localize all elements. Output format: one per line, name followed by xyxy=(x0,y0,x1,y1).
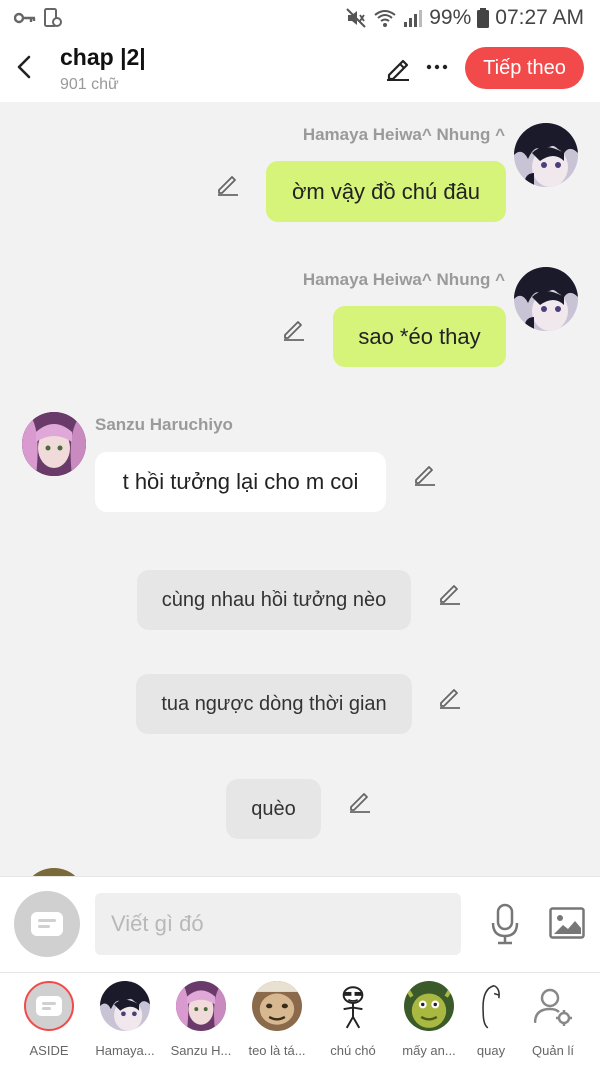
avatar-sanzu[interactable] xyxy=(22,412,86,476)
character-teo[interactable]: teo là tá... xyxy=(242,981,312,1058)
avatar-hamaya[interactable] xyxy=(514,267,578,331)
edit-pencil-icon[interactable] xyxy=(385,55,411,81)
edit-message-icon[interactable] xyxy=(348,789,372,813)
character-bar: ASIDE Hamaya... Sanzu H... teo là tá... … xyxy=(0,972,600,1067)
sender-name: Sanzu Haruchiyo xyxy=(95,415,233,434)
edit-message-icon[interactable] xyxy=(413,462,437,486)
wifi-icon xyxy=(374,10,396,27)
character-may-an[interactable]: mấy an... xyxy=(394,981,464,1058)
back-arrow-icon[interactable] xyxy=(12,52,36,82)
signal-icon xyxy=(404,10,423,27)
avatar-hamaya xyxy=(100,981,150,1031)
key-icon xyxy=(14,12,36,24)
battery-icon xyxy=(477,8,490,28)
manage-user-icon xyxy=(528,981,578,1031)
character-label: quay xyxy=(476,1043,506,1058)
avatar-quay xyxy=(466,981,516,1031)
message-bubble[interactable]: t hồi tưởng lại cho m coi xyxy=(95,452,386,512)
character-label: chú chó xyxy=(330,1043,376,1058)
microphone-icon[interactable] xyxy=(490,903,520,945)
aside-toggle-button[interactable] xyxy=(14,891,80,957)
aside-icon xyxy=(31,912,63,936)
sender-name: Hamaya Heiwa^ Nhung ^ xyxy=(302,125,505,144)
more-options-icon[interactable] xyxy=(424,54,450,80)
message-bubble[interactable]: sao *éo thay xyxy=(333,306,506,367)
narration-bubble[interactable]: quèo xyxy=(226,779,321,839)
character-label: mấy an... xyxy=(402,1043,456,1058)
avatar-hamaya[interactable] xyxy=(514,123,578,187)
character-label: ASIDE xyxy=(29,1043,69,1058)
clock: 07:27 AM xyxy=(495,6,584,29)
mute-icon xyxy=(346,8,366,28)
battery-percent: 99% xyxy=(429,6,472,29)
next-button[interactable]: Tiếp theo xyxy=(465,47,584,89)
edit-message-icon[interactable] xyxy=(216,172,240,196)
character-chu-cho[interactable]: chú chó xyxy=(318,981,388,1058)
message-bubble[interactable]: ờm vậy đồ chú đâu xyxy=(266,161,506,222)
aside-icon xyxy=(24,981,74,1031)
message-input[interactable] xyxy=(95,893,461,955)
avatar-chu-cho xyxy=(328,981,378,1031)
app-bar: chap |2| 901 chữ Tiếp theo xyxy=(0,36,600,102)
edit-message-icon[interactable] xyxy=(282,317,306,341)
avatar-teo xyxy=(252,981,302,1031)
narration-bubble[interactable]: cùng nhau hồi tưởng nèo xyxy=(137,570,411,630)
phone-settings-icon xyxy=(44,8,62,27)
character-sanzu[interactable]: Sanzu H... xyxy=(166,981,236,1058)
avatar-sanzu xyxy=(176,981,226,1031)
image-icon[interactable] xyxy=(549,907,585,939)
character-label: teo là tá... xyxy=(248,1043,306,1058)
character-quay[interactable]: quay xyxy=(456,981,526,1058)
character-hamaya[interactable]: Hamaya... xyxy=(90,981,160,1058)
character-label: Hamaya... xyxy=(95,1043,155,1058)
avatar-may-an xyxy=(404,981,454,1031)
status-bar: 99% 07:27 AM xyxy=(0,0,600,36)
character-aside[interactable]: ASIDE xyxy=(14,981,84,1058)
sender-name: Hamaya Heiwa^ Nhung ^ xyxy=(302,270,505,289)
chat-area: Hamaya Heiwa^ Nhung ^ ờm vậy đồ chú đâu … xyxy=(0,102,600,876)
chapter-title: chap |2| xyxy=(60,44,146,70)
narration-bubble[interactable]: tua ngược dòng thời gian xyxy=(136,674,412,734)
character-label: Quản lí xyxy=(532,1043,574,1058)
avatar-partial xyxy=(22,868,86,876)
word-count: 901 chữ xyxy=(60,76,119,93)
manage-characters-button[interactable]: Quản lí xyxy=(518,981,588,1058)
character-label: Sanzu H... xyxy=(170,1043,232,1058)
composer xyxy=(0,876,600,972)
edit-message-icon[interactable] xyxy=(438,685,462,709)
edit-message-icon[interactable] xyxy=(438,581,462,605)
